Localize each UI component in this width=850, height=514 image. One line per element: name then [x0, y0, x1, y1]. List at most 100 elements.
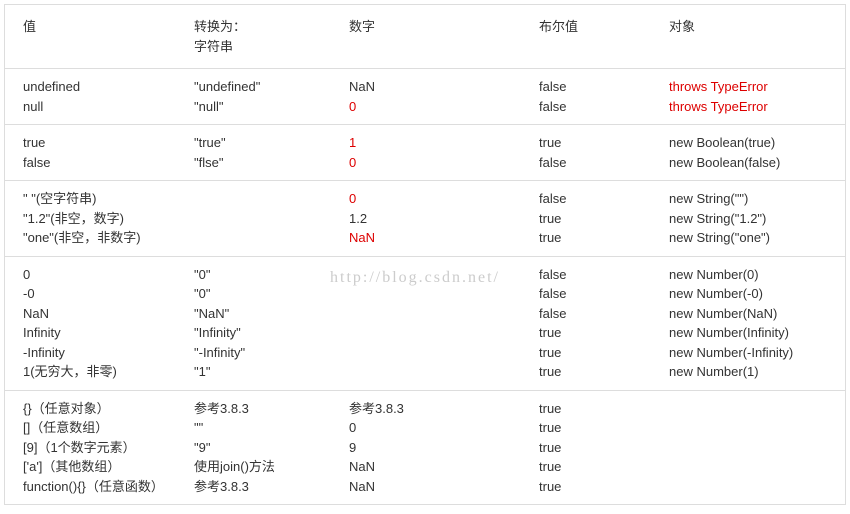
table-header: 值 转换为： 字符串 数字 布尔值 对象 — [5, 5, 845, 69]
cell-boolean: false — [539, 97, 661, 117]
cell-boolean: true — [539, 418, 661, 438]
cell-boolean: true — [539, 399, 661, 419]
cell-boolean: true — [539, 477, 661, 497]
col-number: 01.2NaN — [345, 187, 535, 250]
cell-value: "one"(非空，非数字) — [23, 228, 186, 248]
cell-string — [194, 189, 341, 209]
cell-object — [669, 438, 841, 458]
col-value: " "(空字符串)"1.2"(非空，数字)"one"(非空，非数字) — [5, 187, 190, 250]
cell-value: "1.2"(非空，数字) — [23, 209, 186, 229]
cell-value: true — [23, 133, 186, 153]
cell-object — [669, 418, 841, 438]
col-number: NaN0 — [345, 75, 535, 118]
header-number: 数字 — [345, 15, 535, 58]
col-number: 10 — [345, 131, 535, 174]
cell-value: 1(无穷大，非零) — [23, 362, 186, 382]
cell-value: ['a']（其他数组） — [23, 457, 186, 477]
cell-number — [349, 323, 531, 343]
cell-object: new Number(0) — [669, 265, 841, 285]
conversion-table: 值 转换为： 字符串 数字 布尔值 对象 undefinednull"undef… — [4, 4, 846, 505]
cell-boolean: true — [539, 343, 661, 363]
col-string: "true""flse" — [190, 131, 345, 174]
cell-string: "NaN" — [194, 304, 341, 324]
cell-value: null — [23, 97, 186, 117]
col-boolean: falsetruetrue — [535, 187, 665, 250]
cell-boolean: true — [539, 438, 661, 458]
col-string: "0""0""NaN""Infinity""-Infinity""1" — [190, 263, 345, 384]
cell-boolean: true — [539, 323, 661, 343]
cell-boolean: false — [539, 189, 661, 209]
cell-object: new Number(-0) — [669, 284, 841, 304]
col-number — [345, 263, 535, 384]
cell-number — [349, 343, 531, 363]
cell-string: "undefined" — [194, 77, 341, 97]
cell-value: false — [23, 153, 186, 173]
cell-string: "0" — [194, 284, 341, 304]
cell-value: 0 — [23, 265, 186, 285]
cell-string: "1" — [194, 362, 341, 382]
cell-number: 1 — [349, 133, 531, 153]
header-boolean: 布尔值 — [535, 15, 665, 58]
cell-number — [349, 362, 531, 382]
cell-object — [669, 399, 841, 419]
cell-object: new String("one") — [669, 228, 841, 248]
cell-object: new Number(Infinity) — [669, 323, 841, 343]
cell-boolean: false — [539, 265, 661, 285]
cell-object: new String("") — [669, 189, 841, 209]
cell-object: new Boolean(false) — [669, 153, 841, 173]
cell-string: "flse" — [194, 153, 341, 173]
col-boolean: falsefalsefalsetruetruetrue — [535, 263, 665, 384]
cell-boolean: true — [539, 209, 661, 229]
col-string — [190, 187, 345, 250]
table-section: {}（任意对象）[]（任意数组）[9]（1个数字元素）['a']（其他数组）fu… — [5, 391, 845, 505]
col-object: new Boolean(true)new Boolean(false) — [665, 131, 845, 174]
table-section: " "(空字符串)"1.2"(非空，数字)"one"(非空，非数字) 01.2N… — [5, 181, 845, 257]
cell-number: 0 — [349, 97, 531, 117]
header-object: 对象 — [665, 15, 845, 58]
cell-number — [349, 284, 531, 304]
cell-number: 1.2 — [349, 209, 531, 229]
cell-string: 参考3.8.3 — [194, 399, 341, 419]
cell-string: "Infinity" — [194, 323, 341, 343]
cell-number: NaN — [349, 477, 531, 497]
cell-value: {}（任意对象） — [23, 399, 186, 419]
cell-object: new Number(NaN) — [669, 304, 841, 324]
col-value: undefinednull — [5, 75, 190, 118]
cell-value: undefined — [23, 77, 186, 97]
cell-boolean: true — [539, 133, 661, 153]
col-boolean: falsefalse — [535, 75, 665, 118]
cell-number: NaN — [349, 457, 531, 477]
cell-number: NaN — [349, 77, 531, 97]
col-value: 0-0NaNInfinity-Infinity1(无穷大，非零) — [5, 263, 190, 384]
cell-object: new Boolean(true) — [669, 133, 841, 153]
cell-value: " "(空字符串) — [23, 189, 186, 209]
col-object: throws TypeErrorthrows TypeError — [665, 75, 845, 118]
cell-object: new Number(-Infinity) — [669, 343, 841, 363]
col-object: new Number(0)new Number(-0)new Number(Na… — [665, 263, 845, 384]
cell-string: "0" — [194, 265, 341, 285]
col-string: 参考3.8.3"""9"使用join()方法参考3.8.3 — [190, 397, 345, 499]
cell-string — [194, 209, 341, 229]
header-string: 字符串 — [194, 37, 341, 57]
cell-boolean: true — [539, 362, 661, 382]
table-section: undefinednull"undefined""null"NaN0falsef… — [5, 69, 845, 125]
cell-object — [669, 457, 841, 477]
cell-value: [9]（1个数字元素） — [23, 438, 186, 458]
cell-value: function(){}（任意函数） — [23, 477, 186, 497]
cell-string: 使用join()方法 — [194, 457, 341, 477]
cell-boolean: false — [539, 304, 661, 324]
cell-value: NaN — [23, 304, 186, 324]
cell-number: 0 — [349, 418, 531, 438]
cell-string — [194, 228, 341, 248]
cell-number — [349, 265, 531, 285]
cell-string: "true" — [194, 133, 341, 153]
col-number: 参考3.8.309NaNNaN — [345, 397, 535, 499]
cell-object — [669, 477, 841, 497]
cell-object: new Number(1) — [669, 362, 841, 382]
cell-value: Infinity — [23, 323, 186, 343]
col-value: truefalse — [5, 131, 190, 174]
cell-string: 参考3.8.3 — [194, 477, 341, 497]
cell-string: "null" — [194, 97, 341, 117]
cell-value: -Infinity — [23, 343, 186, 363]
cell-number: 9 — [349, 438, 531, 458]
